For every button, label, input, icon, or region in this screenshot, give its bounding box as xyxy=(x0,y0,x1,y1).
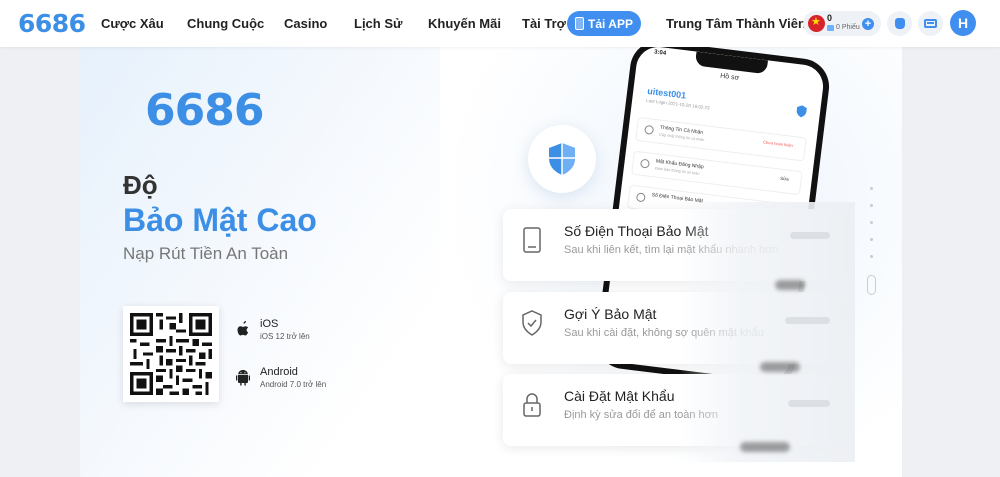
wallet-bag-button[interactable] xyxy=(887,11,912,36)
blur-bar xyxy=(775,280,805,290)
nav-item-casino[interactable]: Casino xyxy=(284,16,327,31)
hero-logo: 6686 xyxy=(145,85,264,136)
feature-title: Cài Đặt Mật Khẩu xyxy=(564,388,675,404)
blurred-overlay xyxy=(680,202,855,462)
nav-item-chung-cuoc[interactable]: Chung Cuộc xyxy=(187,16,264,31)
hero-title-line1: Độ xyxy=(123,170,158,200)
blur-bar xyxy=(740,442,790,452)
mobile-icon xyxy=(575,17,585,30)
download-qr-code xyxy=(123,306,219,402)
points-label: 0 Phiếu xyxy=(836,24,860,31)
wallet-widget[interactable]: 0 0 Phiếu + xyxy=(803,11,881,36)
android-download[interactable]: Android Android 7.0 trở lên xyxy=(235,366,326,389)
qr-code-icon xyxy=(130,313,212,395)
download-app-button[interactable]: Tải APP xyxy=(567,11,641,36)
ios-requirement: iOS 12 trở lên xyxy=(260,332,310,341)
hero-section: 6686 Độ Bảo Mật Cao Nạp Rút Tiền An Toàn xyxy=(80,47,902,477)
lock-icon xyxy=(639,158,651,169)
blur-bar xyxy=(785,317,830,324)
phone-row-status: Sửa xyxy=(779,175,789,182)
blur-bar xyxy=(788,400,830,407)
nav-item-lich-su[interactable]: Lịch Sử xyxy=(354,16,402,31)
android-label: Android xyxy=(260,366,298,378)
download-app-label: Tải APP xyxy=(588,16,633,31)
carousel-dot[interactable] xyxy=(870,238,873,241)
ios-download-text: iOS iOS 12 trở lên xyxy=(260,318,310,341)
phone-shield-icon xyxy=(796,105,807,118)
nav-item-member-center[interactable]: Trung Tâm Thành Viên xyxy=(666,16,806,31)
top-nav: 6686 Cược Xâu Chung Cuộc Casino Lịch Sử … xyxy=(0,0,1000,47)
blur-bar xyxy=(760,362,800,372)
phone-icon xyxy=(635,192,646,203)
user-icon xyxy=(644,124,655,135)
balance-value: 0 xyxy=(827,13,833,23)
money-bag-icon xyxy=(894,18,905,29)
shield-check-icon xyxy=(522,310,542,336)
feature-title: Gợi Ý Bảo Mật xyxy=(564,306,657,322)
scroll-indicator[interactable] xyxy=(867,275,876,295)
carousel-dot[interactable] xyxy=(870,204,873,207)
carousel-dot[interactable] xyxy=(870,187,873,190)
android-icon xyxy=(236,369,250,386)
site-logo[interactable]: 6686 xyxy=(18,9,86,38)
nav-item-khuyen-mai[interactable]: Khuyến Mãi xyxy=(428,16,501,31)
points-value: 0 Phiếu xyxy=(827,24,860,31)
carousel-dots xyxy=(870,187,876,272)
carousel-dot[interactable] xyxy=(870,255,873,258)
vietnam-flag-icon[interactable] xyxy=(808,15,825,32)
card-button[interactable] xyxy=(918,11,943,36)
phone-row-status: Chưa hoàn thiện xyxy=(762,139,794,148)
nav-item-tai-tro[interactable]: Tài Trợ xyxy=(522,16,566,31)
shield-icon xyxy=(549,143,575,175)
ticket-icon xyxy=(827,24,834,31)
carousel-dot[interactable] xyxy=(870,221,873,224)
ios-label: iOS xyxy=(260,318,279,330)
card-icon xyxy=(924,19,937,28)
mobile-phone-icon xyxy=(523,227,541,253)
apple-icon xyxy=(237,321,249,336)
hero-subtitle: Nạp Rút Tiền An Toàn xyxy=(123,244,289,263)
nav-item-cuoc-xau[interactable]: Cược Xâu xyxy=(101,16,164,31)
android-download-text: Android Android 7.0 trở lên xyxy=(260,366,326,389)
android-requirement: Android 7.0 trở lên xyxy=(260,380,327,389)
lock-icon xyxy=(523,393,541,417)
deposit-plus-button[interactable]: + xyxy=(862,18,874,30)
user-avatar[interactable]: H xyxy=(950,10,976,36)
hero-title-line2: Bảo Mật Cao xyxy=(123,202,317,238)
blur-bar xyxy=(790,232,830,239)
phone-time: 3:04 xyxy=(653,49,667,57)
ios-download[interactable]: iOS iOS 12 trở lên xyxy=(235,318,310,341)
security-badge xyxy=(528,125,596,193)
